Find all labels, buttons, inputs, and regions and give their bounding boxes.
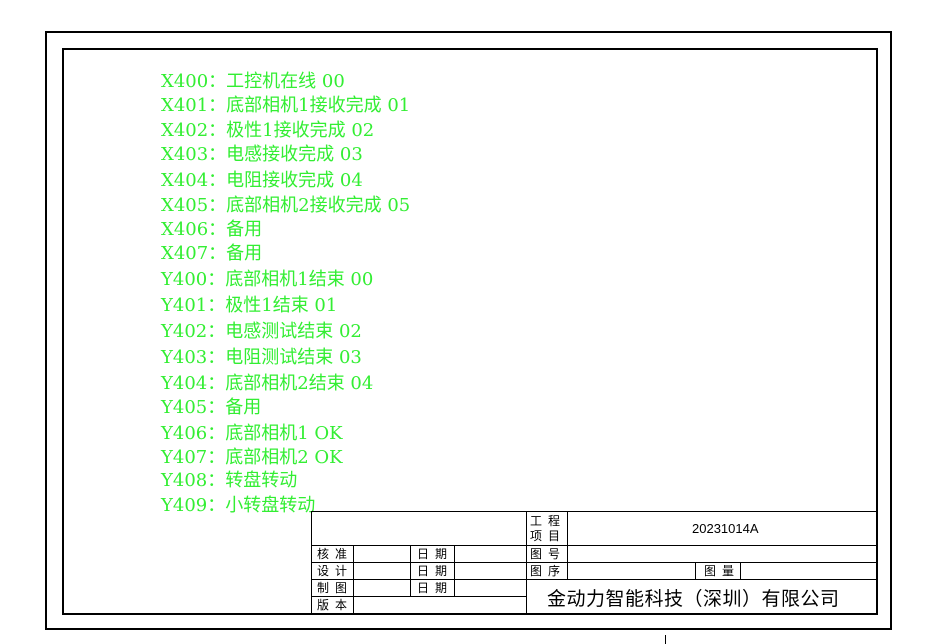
io-item: Y404：底部相机2结束 04 <box>161 373 373 395</box>
io-code: X401： <box>161 95 227 116</box>
project-label-line1: 工程 <box>530 514 567 528</box>
io-desc: 转盘转动 <box>225 470 298 491</box>
io-item: Y407：底部相机2 OK <box>161 447 343 469</box>
io-item: Y406：底部相机1 OK <box>161 423 343 445</box>
io-code: Y401： <box>161 295 226 316</box>
title-block-rule <box>311 596 526 597</box>
title-block-border-left <box>311 511 312 614</box>
io-code: Y403： <box>161 347 226 368</box>
io-code: Y405： <box>161 397 226 418</box>
version-label: 版本 <box>317 598 354 612</box>
io-item: X403：电感接收完成 03 <box>161 144 363 166</box>
io-desc: 电感接收完成 03 <box>226 144 363 165</box>
io-desc: 底部相机2 OK <box>225 447 343 468</box>
io-desc: 底部相机2结束 04 <box>225 373 374 394</box>
date-label: 日期 <box>417 564 454 578</box>
io-code: X407： <box>161 243 227 264</box>
date-label: 日期 <box>417 547 454 561</box>
io-desc: 底部相机1 OK <box>225 423 343 444</box>
io-item: X407：备用 <box>161 243 262 265</box>
project-number: 20231014A <box>692 521 759 536</box>
io-item: Y405：备用 <box>161 397 261 419</box>
io-code: Y404： <box>161 373 226 394</box>
io-item: Y401：极性1结束 01 <box>161 295 337 317</box>
title-block-rule <box>740 562 741 579</box>
io-code: X402： <box>161 120 227 141</box>
io-code: X406： <box>161 219 227 240</box>
io-desc: 底部相机1结束 00 <box>225 269 374 290</box>
title-block-rule <box>526 511 527 614</box>
title-block-rule <box>353 545 354 614</box>
drawing-number-label: 图号 <box>530 547 567 561</box>
io-desc: 电阻测试结束 03 <box>225 347 362 368</box>
io-desc: 底部相机2接收完成 05 <box>226 195 411 216</box>
io-desc: 极性1结束 01 <box>225 295 338 316</box>
io-code: Y408： <box>161 470 226 491</box>
io-item: Y402：电感测试结束 02 <box>161 321 362 343</box>
title-block-border-top <box>311 511 878 512</box>
io-item: X401：底部相机1接收完成 01 <box>161 95 410 117</box>
project-label-line2: 项目 <box>530 529 567 543</box>
edge-tick-mark <box>665 635 666 644</box>
title-block-rule <box>454 545 455 596</box>
io-desc: 工控机在线 00 <box>226 71 345 92</box>
quantity-label: 图量 <box>704 564 741 578</box>
io-desc: 小转盘转动 <box>225 495 316 516</box>
io-desc: 底部相机1接收完成 01 <box>226 95 411 116</box>
io-code: X403： <box>161 144 227 165</box>
io-code: Y400： <box>161 269 226 290</box>
io-item: X405：底部相机2接收完成 05 <box>161 195 410 217</box>
io-item: X400：工控机在线 00 <box>161 71 345 93</box>
io-code: Y406： <box>161 423 226 444</box>
io-item: Y408：转盘转动 <box>161 470 297 492</box>
io-item: Y400：底部相机1结束 00 <box>161 269 373 291</box>
io-item: X404：电阻接收完成 04 <box>161 170 363 192</box>
review-label: 核准 <box>317 547 354 561</box>
io-item: X406：备用 <box>161 219 262 241</box>
design-label: 设计 <box>317 564 354 578</box>
title-block-rule <box>311 579 878 580</box>
draft-label: 制图 <box>317 581 354 595</box>
title-block-rule <box>311 562 878 563</box>
title-block-rule <box>410 545 411 596</box>
date-label: 日期 <box>417 581 454 595</box>
title-block-rule <box>567 511 568 579</box>
io-code: Y402： <box>161 321 226 342</box>
io-code: Y409： <box>161 495 226 516</box>
sequence-label: 图序 <box>530 564 567 578</box>
io-desc: 备用 <box>226 219 263 240</box>
title-block-rule <box>695 562 696 579</box>
io-desc: 备用 <box>226 243 263 264</box>
io-code: X405： <box>161 195 227 216</box>
title-block-rule <box>311 545 878 546</box>
io-item: Y409：小转盘转动 <box>161 495 315 517</box>
io-item: X402：极性1接收完成 02 <box>161 120 374 142</box>
io-item: Y403：电阻测试结束 03 <box>161 347 362 369</box>
io-desc: 电阻接收完成 04 <box>226 170 363 191</box>
io-code: Y407： <box>161 447 226 468</box>
io-code: X404： <box>161 170 227 191</box>
io-desc: 极性1接收完成 02 <box>226 120 375 141</box>
company-name: 金动力智能科技（深圳）有限公司 <box>547 588 840 610</box>
io-code: X400： <box>161 71 227 92</box>
io-desc: 备用 <box>225 397 262 418</box>
io-desc: 电感测试结束 02 <box>225 321 362 342</box>
